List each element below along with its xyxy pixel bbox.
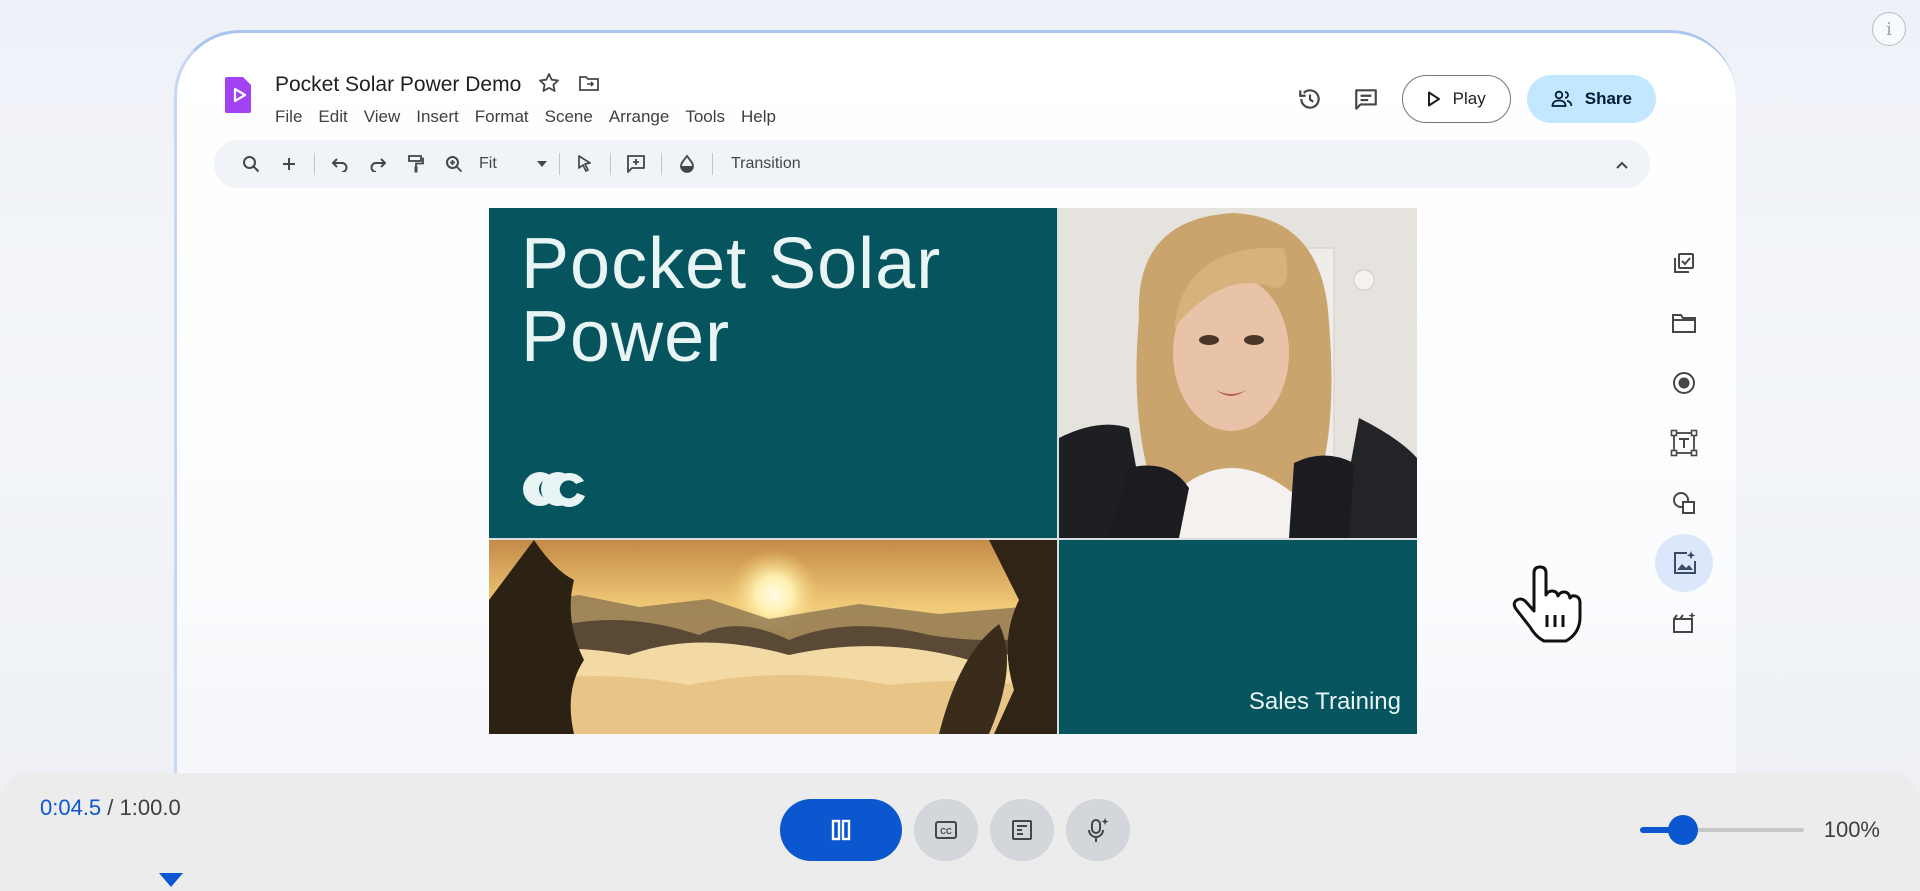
slide-title: Pocket Solar Power (521, 228, 991, 374)
paint-format-icon[interactable] (397, 147, 435, 181)
title-panel[interactable]: Pocket Solar Power (489, 208, 1057, 538)
play-button[interactable]: Play (1402, 75, 1511, 123)
select-cursor-icon[interactable] (566, 147, 604, 181)
undo-icon[interactable] (321, 147, 359, 181)
toolbar-divider (314, 153, 315, 175)
presenter-image (1059, 208, 1417, 538)
toolbar: Fit Transition (214, 140, 1650, 188)
current-time: 0:04.5 (40, 795, 101, 820)
folder-icon[interactable] (1655, 303, 1713, 343)
hand-cursor-icon (1512, 565, 1582, 643)
share-label: Share (1585, 89, 1632, 109)
menu-arrange[interactable]: Arrange (609, 105, 669, 129)
menu-bar: File Edit View Insert Format Scene Arran… (275, 105, 792, 129)
shapes-icon[interactable] (1655, 483, 1713, 523)
playhead-marker[interactable] (159, 873, 183, 887)
menu-file[interactable]: File (275, 105, 302, 129)
play-label: Play (1453, 89, 1486, 109)
menu-help[interactable]: Help (741, 105, 776, 129)
zoom-in-icon[interactable] (435, 147, 473, 181)
pause-icon (830, 819, 852, 841)
captions-button[interactable]: CC (914, 799, 978, 861)
slide-subtitle: Sales Training (1249, 688, 1401, 716)
zoom-slider-handle[interactable] (1668, 815, 1698, 845)
add-media-icon[interactable] (1655, 603, 1713, 643)
app-logo-icon (224, 75, 254, 115)
zoom-percentage: 100% (1824, 817, 1880, 843)
record-icon[interactable] (1655, 363, 1713, 403)
landscape-image (489, 540, 1057, 734)
zoom-select-value: Fit (479, 155, 497, 173)
add-to-scene-icon[interactable] (1655, 243, 1713, 283)
search-icon[interactable] (232, 147, 270, 181)
toolbar-divider (610, 153, 611, 175)
toolbar-divider (712, 153, 713, 175)
menu-tools[interactable]: Tools (685, 105, 725, 129)
people-icon (1551, 90, 1573, 108)
dropdown-arrow-icon (537, 161, 547, 167)
zoom-select[interactable]: Fit (473, 155, 553, 173)
document-title[interactable]: Pocket Solar Power Demo (275, 73, 521, 97)
presenter-video[interactable] (1059, 208, 1417, 538)
move-to-folder-icon[interactable] (577, 71, 601, 95)
playback-bar: 0:04.5 / 1:00.0 CC 100% (0, 773, 1920, 891)
star-icon[interactable] (537, 71, 561, 95)
toolbar-divider (559, 153, 560, 175)
menu-scene[interactable]: Scene (545, 105, 593, 129)
voiceover-button[interactable] (1066, 799, 1130, 861)
company-logo (521, 470, 589, 508)
text-box-icon[interactable] (1655, 423, 1713, 463)
pause-button[interactable] (780, 799, 902, 861)
share-button[interactable]: Share (1527, 75, 1656, 123)
chevron-up-icon[interactable] (1614, 150, 1630, 178)
redo-icon[interactable] (359, 147, 397, 181)
menu-format[interactable]: Format (475, 105, 529, 129)
total-time: / 1:00.0 (101, 795, 181, 820)
info-icon[interactable]: i (1872, 12, 1906, 46)
menu-edit[interactable]: Edit (318, 105, 347, 129)
fill-color-icon[interactable] (668, 147, 706, 181)
svg-text:CC: CC (940, 827, 952, 836)
closed-captions-icon: CC (934, 820, 958, 840)
time-display: 0:04.5 / 1:00.0 (40, 795, 181, 821)
add-comment-icon[interactable] (617, 147, 655, 181)
notes-icon (1011, 819, 1033, 841)
right-side-panel (1655, 243, 1713, 643)
generate-image-icon[interactable] (1655, 534, 1713, 592)
scene-notes-button[interactable] (990, 799, 1054, 861)
version-history-icon[interactable] (1290, 79, 1330, 119)
zoom-slider[interactable] (1640, 813, 1804, 847)
subtitle-panel[interactable]: Sales Training (1059, 540, 1417, 734)
menu-view[interactable]: View (364, 105, 401, 129)
scene-canvas[interactable]: Pocket Solar Power (489, 208, 1417, 734)
transition-button[interactable]: Transition (731, 155, 801, 173)
landscape-photo[interactable] (489, 540, 1057, 734)
toolbar-divider (661, 153, 662, 175)
comments-icon[interactable] (1346, 79, 1386, 119)
menu-insert[interactable]: Insert (416, 105, 459, 129)
play-icon (1427, 91, 1441, 107)
ai-mic-icon (1086, 817, 1110, 843)
add-icon[interactable] (270, 147, 308, 181)
